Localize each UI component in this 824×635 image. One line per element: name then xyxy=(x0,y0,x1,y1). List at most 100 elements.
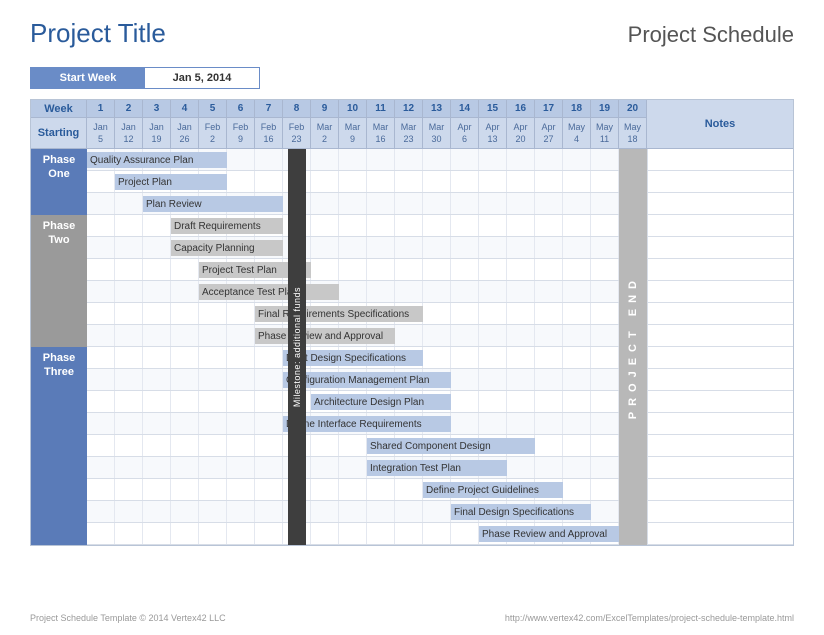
cell[interactable] xyxy=(479,391,507,412)
cell[interactable] xyxy=(451,215,479,236)
cell[interactable] xyxy=(199,347,227,368)
cell[interactable] xyxy=(115,435,143,456)
notes-cell[interactable] xyxy=(647,523,793,544)
cell[interactable] xyxy=(423,149,451,170)
cell[interactable] xyxy=(451,369,479,390)
cell[interactable] xyxy=(507,281,535,302)
cell[interactable] xyxy=(563,171,591,192)
cell[interactable] xyxy=(451,413,479,434)
cell[interactable] xyxy=(479,347,507,368)
cell[interactable] xyxy=(255,391,283,412)
cell[interactable] xyxy=(227,369,255,390)
gantt-bar[interactable]: Phase Review and Approval xyxy=(479,526,619,542)
cell[interactable] xyxy=(591,479,619,500)
notes-cell[interactable] xyxy=(647,171,793,192)
notes-cell[interactable] xyxy=(647,149,793,170)
cell[interactable] xyxy=(423,171,451,192)
cell[interactable] xyxy=(479,303,507,324)
cell[interactable] xyxy=(423,325,451,346)
cell[interactable] xyxy=(199,391,227,412)
cell[interactable] xyxy=(507,303,535,324)
cell[interactable] xyxy=(311,149,339,170)
cell[interactable] xyxy=(171,259,199,280)
cell[interactable] xyxy=(115,193,143,214)
cell[interactable] xyxy=(507,413,535,434)
cell[interactable] xyxy=(171,413,199,434)
gantt-bar[interactable]: Final Requirements Specifications xyxy=(255,306,423,322)
cell[interactable] xyxy=(311,171,339,192)
cell[interactable] xyxy=(451,303,479,324)
cell[interactable] xyxy=(563,259,591,280)
cell[interactable] xyxy=(535,391,563,412)
cell[interactable] xyxy=(563,435,591,456)
cell[interactable] xyxy=(311,457,339,478)
cell[interactable] xyxy=(115,479,143,500)
cell[interactable] xyxy=(87,171,115,192)
cell[interactable] xyxy=(563,325,591,346)
cell[interactable] xyxy=(87,457,115,478)
cell[interactable] xyxy=(535,347,563,368)
cell[interactable] xyxy=(171,303,199,324)
cell[interactable] xyxy=(339,259,367,280)
cell[interactable] xyxy=(395,523,423,544)
cell[interactable] xyxy=(423,281,451,302)
cell[interactable] xyxy=(115,413,143,434)
cell[interactable] xyxy=(199,303,227,324)
cell[interactable] xyxy=(143,391,171,412)
gantt-bar[interactable]: Quality Assurance Plan xyxy=(87,152,227,168)
cell[interactable] xyxy=(367,479,395,500)
cell[interactable] xyxy=(507,149,535,170)
gantt-bar[interactable]: Plan Review xyxy=(143,196,283,212)
cell[interactable] xyxy=(87,369,115,390)
cell[interactable] xyxy=(591,413,619,434)
cell[interactable] xyxy=(255,171,283,192)
cell[interactable] xyxy=(87,281,115,302)
cell[interactable] xyxy=(563,413,591,434)
gantt-bar[interactable]: Architecture Design Plan xyxy=(311,394,451,410)
cell[interactable] xyxy=(507,215,535,236)
cell[interactable] xyxy=(199,457,227,478)
cell[interactable] xyxy=(87,347,115,368)
cell[interactable] xyxy=(367,149,395,170)
cell[interactable] xyxy=(563,237,591,258)
cell[interactable] xyxy=(451,523,479,544)
notes-cell[interactable] xyxy=(647,347,793,368)
cell[interactable] xyxy=(143,347,171,368)
cell[interactable] xyxy=(311,501,339,522)
cell[interactable] xyxy=(591,303,619,324)
cell[interactable] xyxy=(535,457,563,478)
cell[interactable] xyxy=(563,369,591,390)
cell[interactable] xyxy=(591,193,619,214)
cell[interactable] xyxy=(227,325,255,346)
cell[interactable] xyxy=(367,501,395,522)
cell[interactable] xyxy=(395,281,423,302)
cell[interactable] xyxy=(535,281,563,302)
cell[interactable] xyxy=(563,391,591,412)
cell[interactable] xyxy=(255,479,283,500)
cell[interactable] xyxy=(199,479,227,500)
cell[interactable] xyxy=(395,479,423,500)
cell[interactable] xyxy=(339,435,367,456)
cell[interactable] xyxy=(479,149,507,170)
notes-cell[interactable] xyxy=(647,369,793,390)
gantt-bar[interactable]: Capacity Planning xyxy=(171,240,283,256)
cell[interactable] xyxy=(255,457,283,478)
cell[interactable] xyxy=(87,391,115,412)
cell[interactable] xyxy=(143,237,171,258)
cell[interactable] xyxy=(395,501,423,522)
cell[interactable] xyxy=(591,391,619,412)
cell[interactable] xyxy=(423,347,451,368)
cell[interactable] xyxy=(367,237,395,258)
gantt-bar[interactable]: Phase Review and Approval xyxy=(255,328,395,344)
cell[interactable] xyxy=(423,237,451,258)
start-week-value[interactable]: Jan 5, 2014 xyxy=(145,68,259,88)
cell[interactable] xyxy=(199,369,227,390)
gantt-bar[interactable]: Configuration Management Plan xyxy=(283,372,451,388)
cell[interactable] xyxy=(507,171,535,192)
cell[interactable] xyxy=(311,523,339,544)
cell[interactable] xyxy=(395,215,423,236)
cell[interactable] xyxy=(507,347,535,368)
cell[interactable] xyxy=(591,281,619,302)
cell[interactable] xyxy=(255,413,283,434)
cell[interactable] xyxy=(115,259,143,280)
